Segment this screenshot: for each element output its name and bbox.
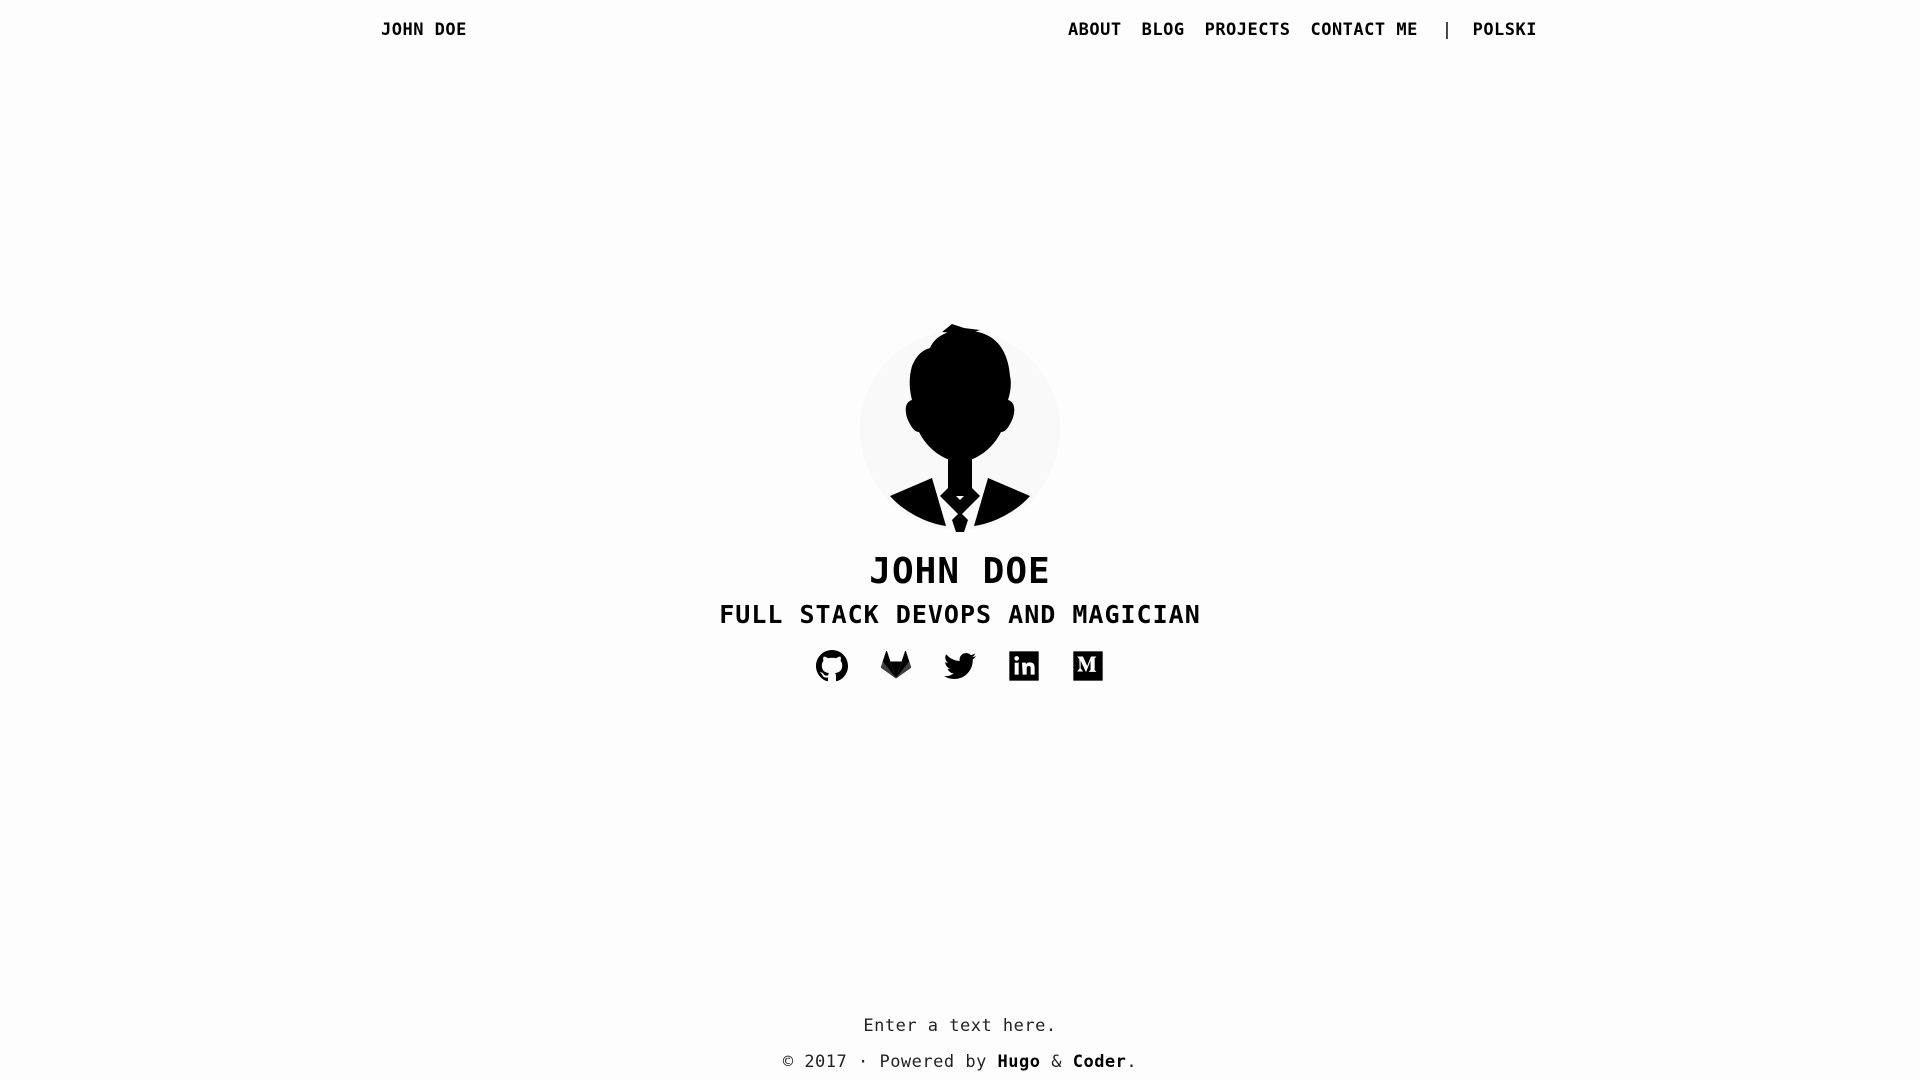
medium-link[interactable]	[1071, 649, 1105, 683]
nav-link-projects[interactable]: PROJECTS	[1205, 20, 1291, 40]
nav-link-about[interactable]: ABOUT	[1068, 20, 1122, 40]
navbar: JOHN DOE ABOUT BLOG PROJECTS CONTACT ME …	[0, 0, 1920, 64]
nav-link-contact[interactable]: CONTACT ME	[1310, 20, 1417, 40]
coder-link[interactable]: Coder	[1073, 1052, 1127, 1072]
twitter-icon	[944, 652, 976, 679]
nav-separator: |	[1441, 20, 1453, 40]
hugo-link[interactable]: Hugo	[998, 1052, 1041, 1072]
social-links	[0, 649, 1920, 683]
footer: Enter a text here. © 2017 · Powered by H…	[0, 1016, 1920, 1072]
copyright-text: © 2017 · Powered by	[782, 1052, 998, 1072]
github-link[interactable]	[815, 649, 849, 683]
footer-copyright: © 2017 · Powered by Hugo & Coder.	[0, 1052, 1920, 1072]
language-link-polski[interactable]: POLSKI	[1473, 20, 1537, 40]
linkedin-icon	[1009, 650, 1039, 681]
hero-section: JOHN DOE FULL STACK DEVOPS AND MAGICIAN	[0, 320, 1920, 683]
footer-text: Enter a text here.	[863, 1016, 1057, 1036]
footer-amp: &	[1040, 1052, 1073, 1072]
avatar	[860, 324, 1060, 532]
nav-links: ABOUT BLOG PROJECTS CONTACT ME | POLSKI	[1068, 20, 1537, 40]
twitter-link[interactable]	[943, 649, 977, 683]
hero-title: FULL STACK DEVOPS AND MAGICIAN	[719, 599, 1201, 629]
linkedin-link[interactable]	[1007, 649, 1041, 683]
footer-period: .	[1126, 1052, 1138, 1072]
nav-link-blog[interactable]: BLOG	[1142, 20, 1185, 40]
hero-name: JOHN DOE	[869, 551, 1051, 592]
gitlab-link[interactable]	[879, 649, 913, 683]
gitlab-icon	[880, 650, 912, 679]
medium-icon	[1073, 650, 1103, 681]
github-icon	[816, 649, 848, 681]
brand-link[interactable]: JOHN DOE	[381, 20, 467, 40]
